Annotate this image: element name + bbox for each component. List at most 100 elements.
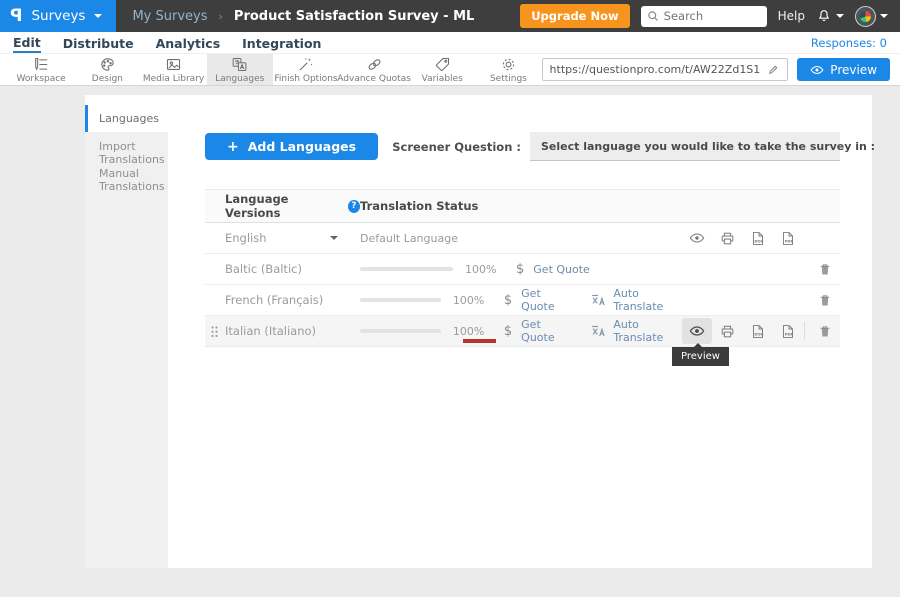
- delete-icon[interactable]: [810, 262, 840, 277]
- auto-translate-link[interactable]: Auto Translate: [613, 318, 682, 344]
- chevron-down-icon: [94, 14, 102, 18]
- sidebar-item-manual-translations[interactable]: Manual Translations: [85, 166, 168, 193]
- toolbar-tab-label: Settings: [490, 74, 527, 84]
- drag-handle-icon[interactable]: [210, 325, 219, 339]
- survey-url[interactable]: https://questionpro.com/t/AW22Zd1S1: [550, 63, 761, 76]
- toolbar-tab-languages[interactable]: Languages: [207, 54, 273, 85]
- dollar-icon[interactable]: $: [504, 293, 512, 308]
- toolbar-tab-label: Workspace: [17, 74, 66, 84]
- survey-toolbar: Workspace Design Media Library Languages…: [0, 54, 900, 86]
- translation-status-cell: Default Language: [360, 232, 682, 245]
- language-name: French (Français): [225, 293, 323, 307]
- tab-analytics[interactable]: Analytics: [156, 34, 221, 52]
- gear-icon: [500, 56, 517, 73]
- language-name: Baltic (Baltic): [225, 262, 302, 276]
- breadcrumb-my-surveys[interactable]: My Surveys: [132, 9, 207, 24]
- svg-text:PDF: PDF: [784, 239, 793, 243]
- language-name-cell[interactable]: Italian (Italiano): [205, 324, 360, 338]
- image-icon: [165, 56, 182, 73]
- actions-divider: [804, 322, 805, 340]
- search-icon: [647, 10, 659, 22]
- tag-icon: [434, 56, 451, 73]
- auto-translate-icon[interactable]: [591, 324, 606, 339]
- app-menu-label: Surveys: [31, 8, 85, 24]
- get-quote-link[interactable]: Get Quote: [521, 287, 570, 313]
- translation-percent: 100%: [453, 294, 483, 307]
- account-menu[interactable]: [855, 6, 888, 27]
- languages-workspace: Languages Import Translations Manual Tra…: [85, 95, 872, 568]
- red-underline-annotation: [463, 339, 496, 343]
- edit-url-icon[interactable]: [768, 64, 780, 76]
- row-actions: [682, 293, 840, 308]
- responses-count[interactable]: Responses: 0: [811, 36, 887, 50]
- topbar: P Surveys My Surveys › Product Satisfact…: [0, 0, 900, 32]
- upgrade-now-button[interactable]: Upgrade Now: [520, 4, 629, 28]
- languages-content: + Add Languages Screener Question : Sele…: [168, 95, 872, 568]
- preview-button[interactable]: Preview: [797, 58, 890, 81]
- download-pdf-icon[interactable]: PDF: [772, 324, 802, 339]
- sidebar-item-import-translations[interactable]: Import Translations: [85, 139, 168, 166]
- translation-progress-bar: [360, 298, 441, 302]
- row-actions: DOC PDF: [682, 230, 840, 246]
- preview-icon[interactable]: Preview: [682, 318, 712, 344]
- screener-question: Screener Question : Select language you …: [392, 132, 840, 161]
- toolbar-tab-label: Variables: [422, 74, 463, 84]
- topbar-right: Upgrade Now Help: [520, 4, 900, 28]
- toolbar-tab-media-library[interactable]: Media Library: [140, 54, 206, 85]
- toolbar-tab-settings[interactable]: Settings: [475, 54, 541, 85]
- survey-url-box: https://questionpro.com/t/AW22Zd1S1: [542, 58, 789, 81]
- get-quote-link[interactable]: Get Quote: [521, 318, 570, 344]
- screener-question-value: Select language you would like to take t…: [541, 140, 875, 153]
- questionpro-logo: P: [10, 6, 22, 26]
- bell-icon: [816, 8, 832, 24]
- column-header-label: Translation Status: [360, 199, 478, 213]
- surveys-app-menu[interactable]: P Surveys: [0, 0, 116, 32]
- notifications-menu[interactable]: [816, 8, 844, 24]
- actions-row: + Add Languages Screener Question : Sele…: [205, 132, 840, 161]
- print-icon[interactable]: [712, 231, 742, 246]
- tab-edit[interactable]: Edit: [13, 33, 41, 53]
- get-quote-link[interactable]: Get Quote: [533, 263, 590, 276]
- translation-status-cell: 100% $ Get Quote: [360, 262, 682, 277]
- magic-wand-icon: [297, 56, 314, 73]
- language-name-cell[interactable]: Baltic (Baltic): [205, 262, 360, 276]
- toolbar-tab-finish-options[interactable]: Finish Options: [273, 54, 339, 85]
- delete-icon[interactable]: [810, 293, 840, 308]
- translation-percent: 100%: [465, 263, 495, 276]
- auto-translate-link[interactable]: Auto Translate: [613, 287, 682, 313]
- svg-text:DOC: DOC: [754, 239, 763, 243]
- page-title: Product Satisfaction Survey - ML: [234, 9, 474, 24]
- screener-question-field[interactable]: Select language you would like to take t…: [530, 132, 840, 161]
- translation-status-cell: 100% $ Get Quote Auto Translate: [360, 287, 682, 313]
- add-languages-button[interactable]: + Add Languages: [205, 133, 378, 160]
- download-pdf-icon[interactable]: PDF: [772, 231, 802, 246]
- auto-translate-icon[interactable]: [591, 293, 606, 308]
- table-row-baltic: Baltic (Baltic) 100% $ Get Quote: [205, 254, 840, 285]
- download-doc-icon[interactable]: DOC: [742, 231, 772, 246]
- help-link[interactable]: Help: [778, 9, 805, 23]
- delete-icon[interactable]: [810, 324, 840, 339]
- dollar-icon[interactable]: $: [504, 324, 512, 339]
- print-icon[interactable]: [712, 324, 742, 339]
- help-circle-icon[interactable]: ?: [348, 200, 360, 213]
- chevron-down-icon[interactable]: [330, 236, 338, 240]
- search-input[interactable]: [664, 9, 761, 23]
- tab-integration[interactable]: Integration: [242, 34, 321, 52]
- toolbar-tab-workspace[interactable]: Workspace: [8, 54, 74, 85]
- language-name-cell[interactable]: English: [205, 231, 360, 245]
- screener-question-label: Screener Question :: [392, 140, 521, 154]
- chevron-down-icon: [836, 14, 844, 18]
- tab-distribute[interactable]: Distribute: [63, 34, 134, 52]
- language-name-cell[interactable]: French (Français): [205, 293, 360, 307]
- toolbar-tab-advance-quotas[interactable]: Advance Quotas: [339, 54, 409, 85]
- dollar-icon[interactable]: $: [516, 262, 524, 277]
- download-doc-icon[interactable]: DOC: [742, 324, 772, 339]
- sidebar-item-languages[interactable]: Languages: [85, 105, 168, 132]
- toolbar-tab-design[interactable]: Design: [74, 54, 140, 85]
- toolbar-tab-variables[interactable]: Variables: [409, 54, 475, 85]
- preview-icon[interactable]: [682, 230, 712, 246]
- toolbar-tab-label: Languages: [215, 74, 264, 84]
- search-box[interactable]: [641, 6, 767, 27]
- table-row-french: French (Français) 100% $ Get Quote Auto …: [205, 285, 840, 316]
- breadcrumb: My Surveys › Product Satisfaction Survey…: [132, 9, 474, 24]
